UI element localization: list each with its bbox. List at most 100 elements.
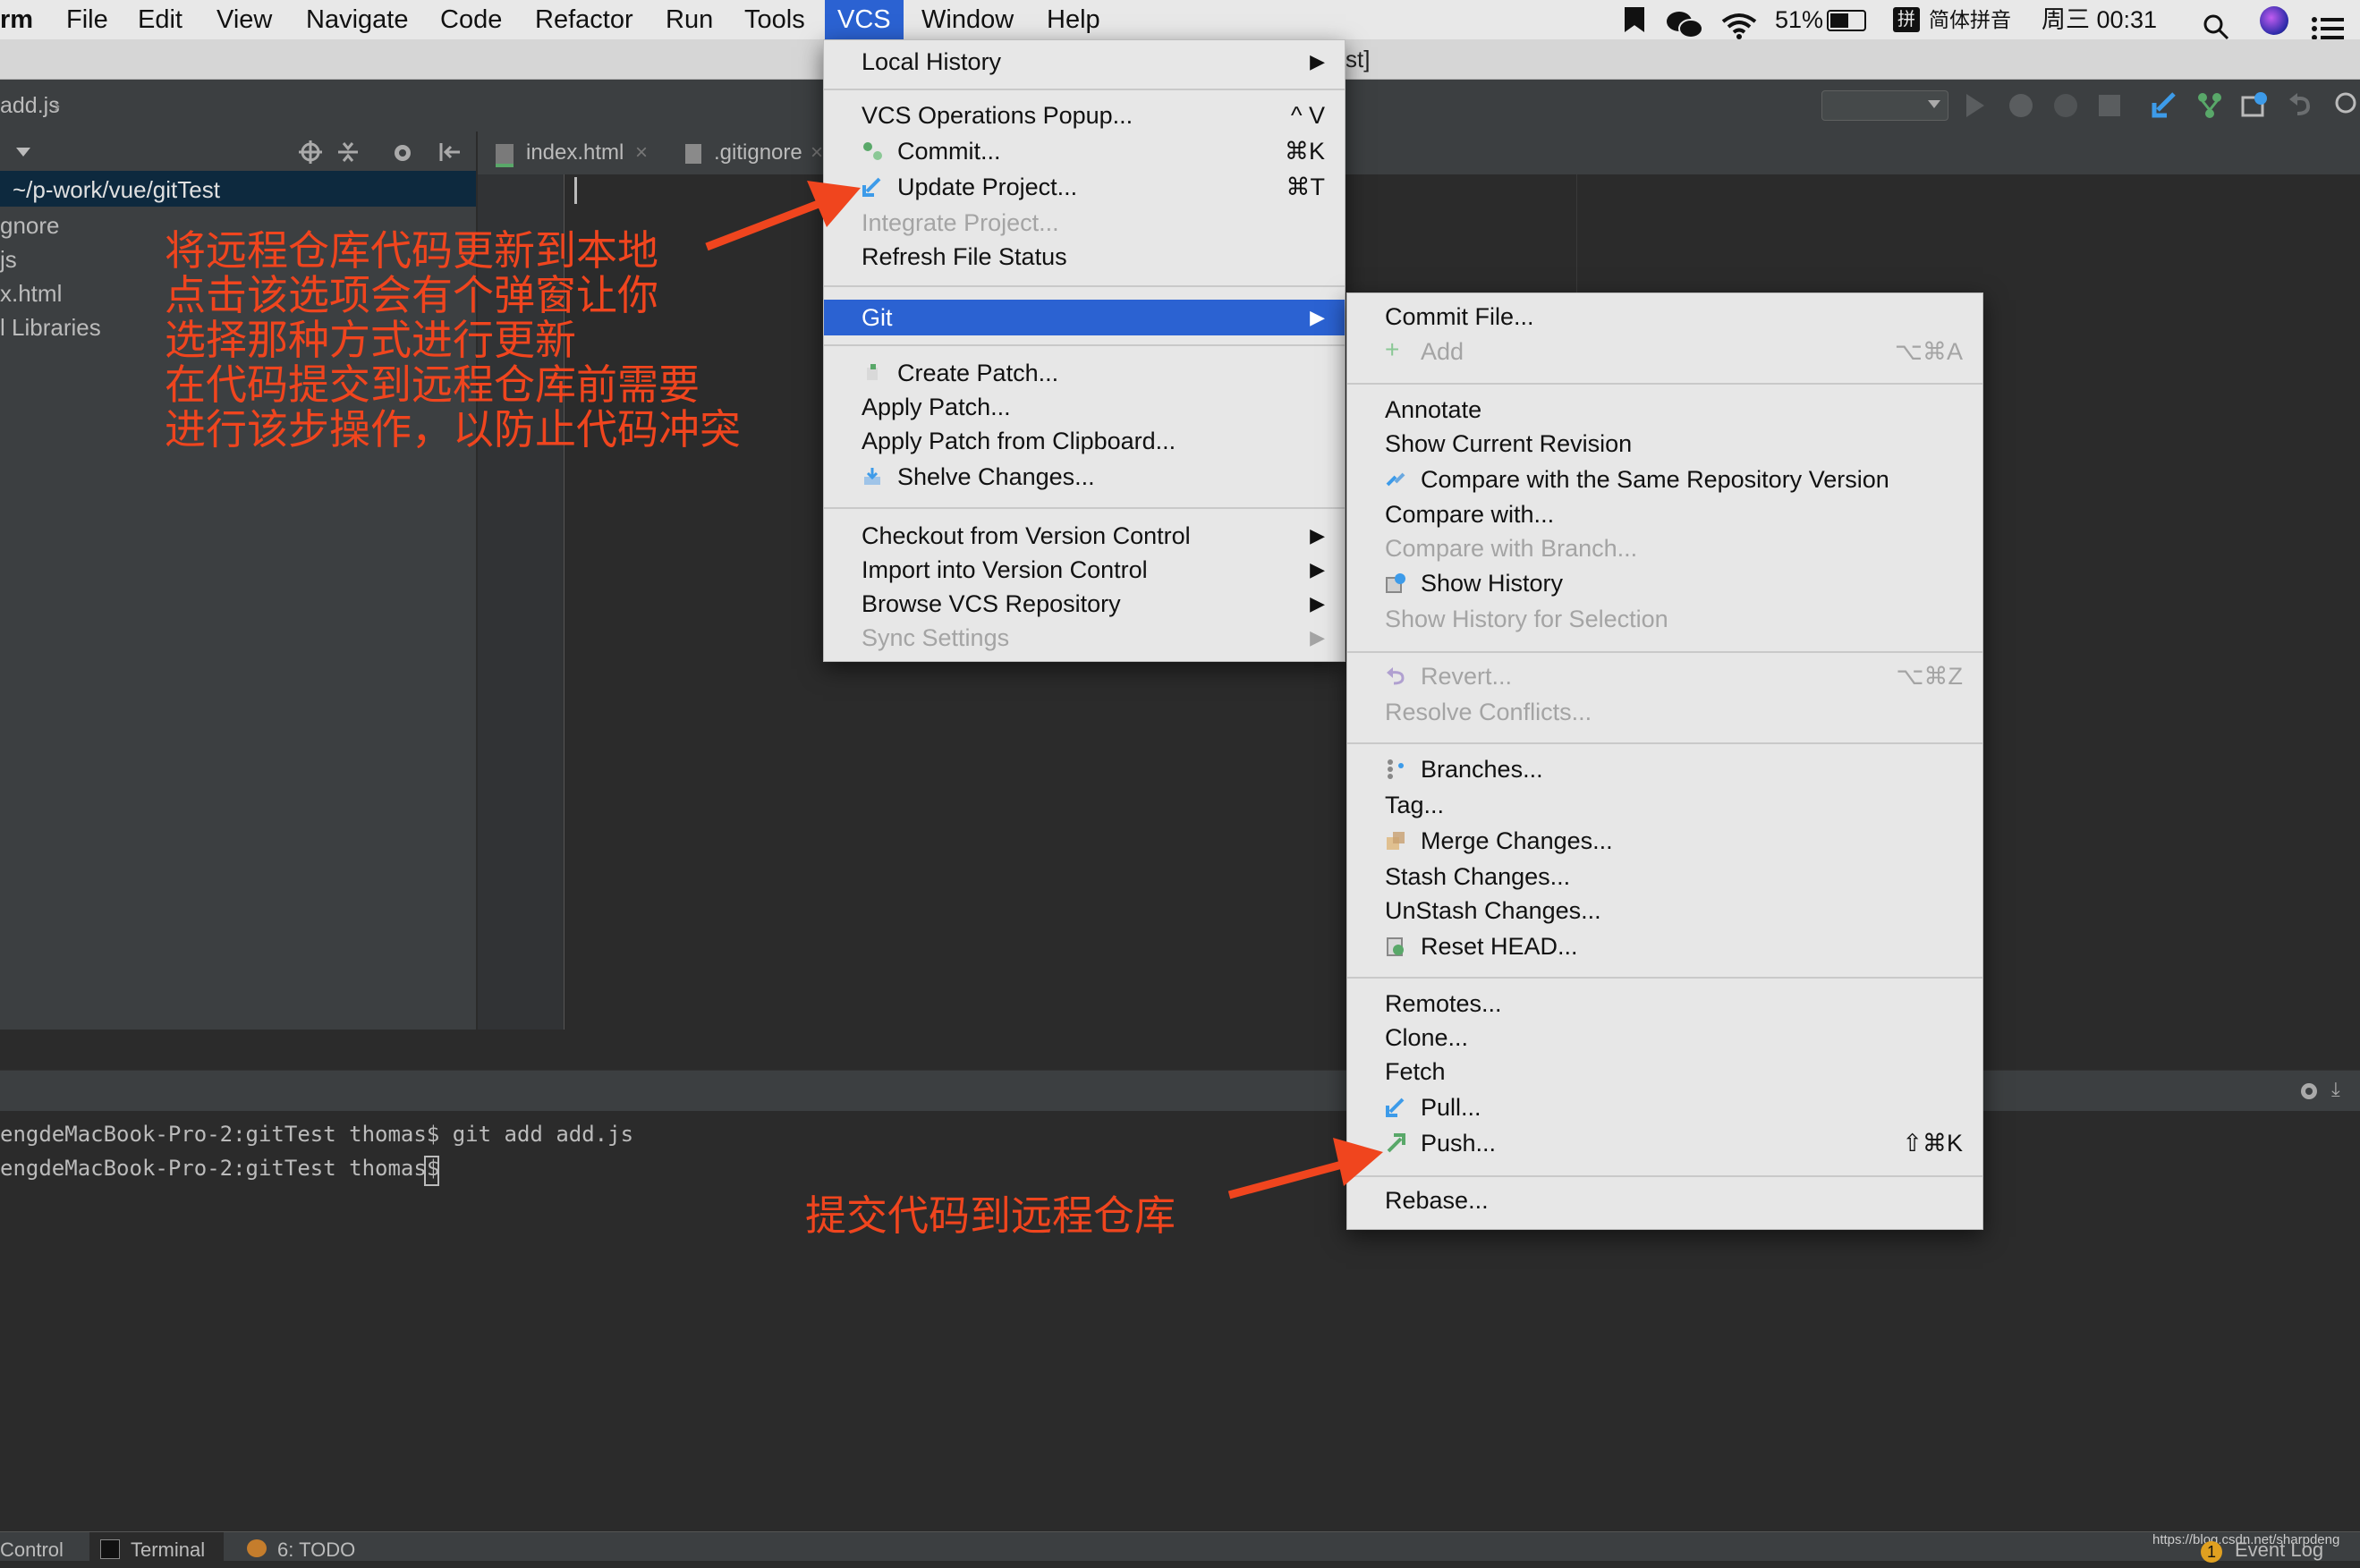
- siri-icon[interactable]: [2260, 6, 2288, 35]
- menu-item-tag[interactable]: Tag...: [1347, 789, 1982, 821]
- menu-item-refresh-file-status[interactable]: Refresh File Status: [824, 241, 1345, 273]
- menu-item-apply-patch-clipboard[interactable]: Apply Patch from Clipboard...: [824, 425, 1345, 457]
- menu-item-show-history[interactable]: Show History: [1347, 567, 1982, 599]
- menu-item-push[interactable]: Push... ⇧⌘K: [1347, 1127, 1982, 1159]
- menu-item-apply-patch[interactable]: Apply Patch...: [824, 391, 1345, 423]
- tool-todo[interactable]: 6: TODO: [277, 1532, 355, 1561]
- menu-item-rebase[interactable]: Rebase...: [1347, 1184, 1982, 1216]
- menu-item-pull[interactable]: Pull...: [1347, 1091, 1982, 1123]
- menu-item-git[interactable]: Git ▶: [824, 300, 1345, 335]
- menu-item-import-vcs[interactable]: Import into Version Control ▶: [824, 554, 1345, 586]
- breadcrumb[interactable]: add.js: [0, 80, 60, 131]
- git-submenu: Commit File... + Add ⌥⌘A Annotate Show Cu…: [1346, 292, 1983, 1230]
- menu-item-shelve-changes[interactable]: Shelve Changes...: [824, 461, 1345, 493]
- locate-icon[interactable]: [299, 140, 322, 164]
- collapse-all-icon[interactable]: [336, 140, 360, 164]
- menu-item-clone[interactable]: Clone...: [1347, 1021, 1982, 1054]
- shelve-icon: [864, 468, 880, 485]
- menu-item-update-project[interactable]: Update Project... ⌘T: [824, 171, 1345, 203]
- tool-terminal[interactable]: Terminal: [131, 1532, 205, 1561]
- app-menu[interactable]: rm: [0, 0, 46, 39]
- pull-icon: [1386, 1098, 1405, 1117]
- gear-icon[interactable]: [390, 140, 415, 165]
- tab-close-icon[interactable]: ×: [635, 131, 648, 174]
- tree-item-external-libraries[interactable]: l Libraries: [0, 314, 101, 342]
- run-config-dropdown[interactable]: [1821, 90, 1948, 121]
- menu-item-compare-with[interactable]: Compare with...: [1347, 498, 1982, 530]
- vcs-menu: Local History ▶ VCS Operations Popup... ^ …: [823, 39, 1346, 662]
- menu-item-merge-changes[interactable]: Merge Changes...: [1347, 825, 1982, 857]
- patch-icon: [867, 364, 878, 380]
- tree-root[interactable]: ~/p-work/vue/gitTest: [13, 176, 220, 204]
- menu-run[interactable]: Run: [653, 0, 726, 39]
- coverage-icon[interactable]: [2054, 94, 2077, 117]
- menu-item-remotes[interactable]: Remotes...: [1347, 987, 1982, 1020]
- hide-panel-icon[interactable]: [438, 140, 462, 164]
- battery-percent: 51%: [1775, 6, 1824, 33]
- menu-item-commit-file[interactable]: Commit File...: [1347, 301, 1982, 333]
- history-icon: [1386, 573, 1405, 593]
- menu-view[interactable]: View: [204, 0, 284, 39]
- tool-version-control[interactable]: Control: [0, 1532, 64, 1561]
- menu-code[interactable]: Code: [428, 0, 514, 39]
- menu-item-annotate[interactable]: Annotate: [1347, 394, 1982, 426]
- menu-item-reset-head[interactable]: Reset HEAD...: [1347, 930, 1982, 962]
- menu-navigate[interactable]: Navigate: [293, 0, 420, 39]
- menu-window[interactable]: Window: [909, 0, 1026, 39]
- editor-tabs: index.html × .gitignore ×: [478, 131, 2360, 175]
- vcs-history-icon[interactable]: [2240, 90, 2269, 119]
- menu-item-create-patch[interactable]: Create Patch...: [824, 357, 1345, 389]
- menu-item-stash-changes[interactable]: Stash Changes...: [1347, 860, 1982, 893]
- menu-item-vcs-operations-popup[interactable]: VCS Operations Popup... ^ V: [824, 99, 1345, 131]
- menu-item-show-current-revision[interactable]: Show Current Revision: [1347, 428, 1982, 460]
- clock[interactable]: 周三 00:31: [2042, 0, 2157, 39]
- search-everywhere-icon[interactable]: [2333, 90, 2360, 117]
- input-method-label[interactable]: 简体拼音: [1929, 0, 2011, 39]
- vcs-commit-icon[interactable]: [2195, 90, 2224, 119]
- tab-gitignore[interactable]: .gitignore: [714, 131, 802, 174]
- run-icon[interactable]: [1966, 94, 1984, 117]
- vcs-update-icon[interactable]: [2151, 90, 2179, 119]
- menu-item-checkout-vcs[interactable]: Checkout from Version Control ▶: [824, 520, 1345, 552]
- menu-item-commit[interactable]: Commit... ⌘K: [824, 135, 1345, 167]
- menu-item-integrate-project: Integrate Project...: [862, 209, 1059, 236]
- menu-item-fetch[interactable]: Fetch: [1347, 1055, 1982, 1088]
- annotation-update-line-5: 进行该步操作，以防止代码冲突: [165, 405, 741, 453]
- menu-tools[interactable]: Tools: [732, 0, 818, 39]
- branches-icon: [1388, 759, 1404, 779]
- menu-item-branches[interactable]: Branches...: [1347, 753, 1982, 785]
- update-icon: [862, 177, 881, 197]
- menu-item-compare-same-repo[interactable]: Compare with the Same Repository Version: [1347, 463, 1982, 496]
- stop-icon[interactable]: [2099, 95, 2120, 116]
- text-caret: [574, 177, 577, 204]
- tree-item-html[interactable]: x.html: [0, 280, 62, 308]
- tab-index-html[interactable]: index.html: [526, 131, 624, 174]
- menu-refactor[interactable]: Refactor: [522, 0, 646, 39]
- vcs-revert-icon[interactable]: [2287, 90, 2313, 117]
- annotation-update-line-4: 在代码提交到远程仓库前需要: [165, 360, 700, 409]
- revert-icon: [1387, 667, 1405, 685]
- menu-item-show-history-selection: Show History for Selection: [1385, 606, 1668, 632]
- menu-help[interactable]: Help: [1034, 0, 1113, 39]
- tree-item-gitignore[interactable]: gnore: [0, 212, 60, 240]
- bookmark-icon[interactable]: [1625, 7, 1644, 32]
- menu-item-browse-vcs[interactable]: Browse VCS Repository ▶: [824, 588, 1345, 620]
- terminal-hide-icon[interactable]: ⤓: [2331, 1078, 2340, 1101]
- terminal-settings-icon[interactable]: [2297, 1080, 2321, 1103]
- pinyin-input-icon[interactable]: 拼: [1893, 7, 1920, 32]
- menu-item-local-history[interactable]: Local History ▶: [824, 46, 1345, 78]
- menu-item-unstash-changes[interactable]: UnStash Changes...: [1347, 894, 1982, 927]
- terminal[interactable]: engdeMacBook-Pro-2:gitTest thomas$ git a…: [0, 1111, 2360, 1531]
- view-dropdown-icon[interactable]: [16, 148, 30, 157]
- battery-icon[interactable]: [1827, 10, 1866, 31]
- menu-edit[interactable]: Edit: [125, 0, 195, 39]
- event-log[interactable]: Event Log: [2235, 1532, 2323, 1561]
- terminal-line: engdeMacBook-Pro-2:gitTest thomas$: [0, 1156, 453, 1181]
- tree-item-js[interactable]: js: [0, 246, 17, 274]
- window-title: st]: [1346, 46, 1371, 72]
- menu-file[interactable]: File: [54, 0, 121, 39]
- tab-close-icon[interactable]: ×: [811, 131, 823, 174]
- menu-vcs[interactable]: VCS: [825, 0, 904, 39]
- debug-icon[interactable]: [2009, 94, 2033, 117]
- text-file-icon: [685, 144, 701, 164]
